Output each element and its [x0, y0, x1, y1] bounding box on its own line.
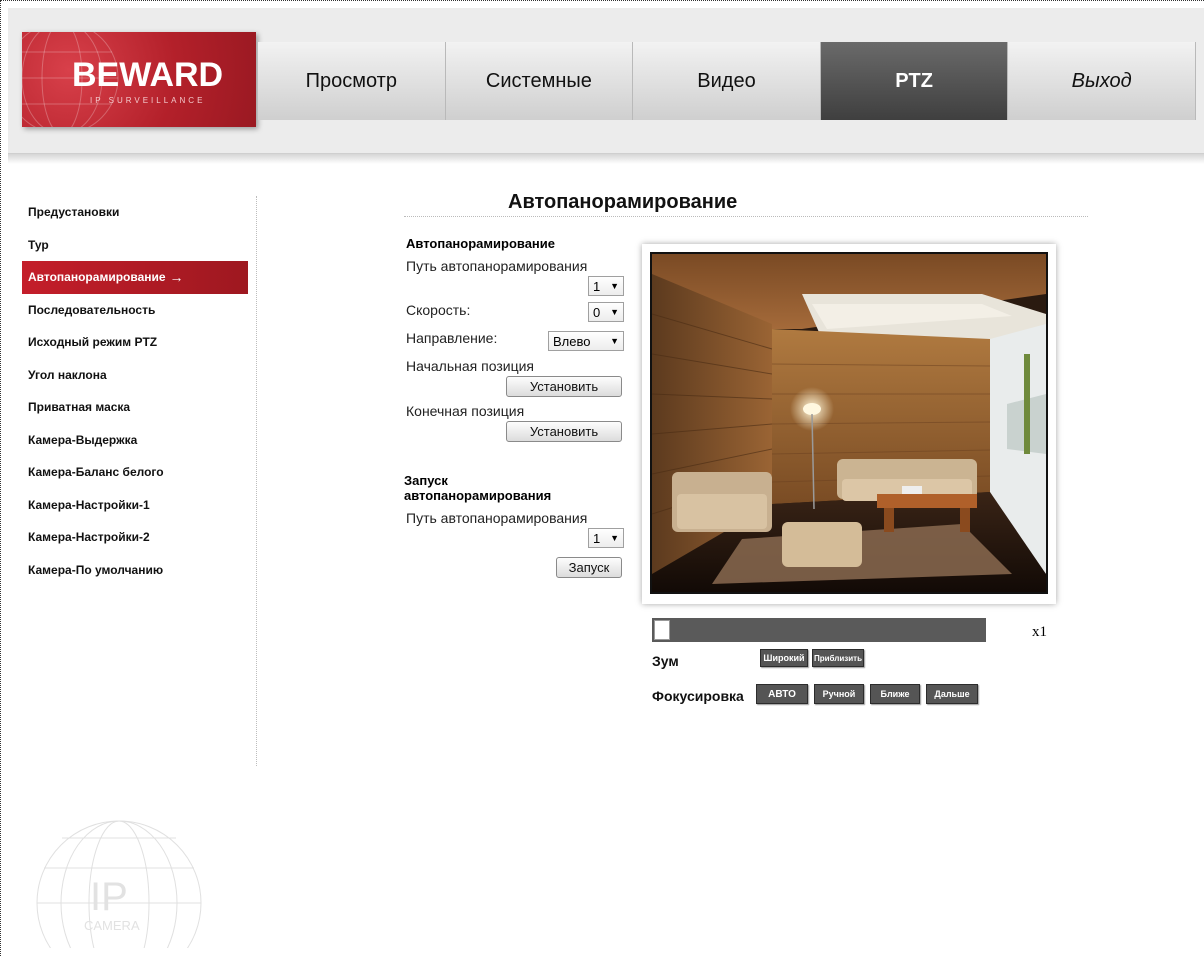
chevron-down-icon: ▼ [610, 336, 619, 346]
direction-select[interactable]: Влево ▼ [548, 331, 624, 351]
start-position-label: Начальная позиция [406, 358, 534, 374]
watermark-camera-text: CAMERA [84, 918, 140, 933]
logo-tagline: IP SURVEILLANCE [90, 96, 206, 105]
sidebar-item-label: Угол наклона [28, 367, 107, 382]
run-section-title: Запуск автопанорамирования [404, 473, 551, 503]
header: BEWARD IP SURVEILLANCE Просмотр Системны… [8, 8, 1204, 164]
focus-manual-button[interactable]: Ручной [814, 684, 864, 704]
zoom-wide-button[interactable]: Широкий [760, 649, 808, 667]
tab-ptz[interactable]: PTZ [820, 42, 1009, 120]
video-preview-frame [642, 244, 1056, 604]
sidebar-item-camera-white-balance[interactable]: Камера-Баланс белого [22, 456, 248, 489]
sidebar: Предустановки Тур Автопанорамирование → П… [22, 196, 248, 586]
sidebar-item-label: Камера-По умолчанию [28, 562, 164, 577]
direction-select-value: Влево [553, 333, 591, 349]
sidebar-item-home-mode[interactable]: Исходный режим PTZ [22, 326, 248, 359]
sidebar-item-camera-settings-1[interactable]: Камера-Настройки-1 [22, 489, 248, 522]
sidebar-item-camera-exposure[interactable]: Камера-Выдержка [22, 424, 248, 457]
run-section-title-line2: автопанорамирования [404, 488, 552, 503]
focus-far-button[interactable]: Дальше [926, 684, 978, 704]
tab-view[interactable]: Просмотр [258, 42, 446, 120]
sidebar-item-label: Приватная маска [28, 400, 131, 415]
zoom-level-readout: x1 [1032, 624, 1047, 640]
sidebar-divider [256, 196, 257, 766]
logo-name: BEWARD [72, 56, 224, 94]
sidebar-item-autopan[interactable]: Автопанорамирование → [22, 261, 248, 294]
sidebar-item-label: Предустановки [28, 205, 120, 220]
arrow-right-icon: → [169, 269, 184, 286]
chevron-down-icon: ▼ [610, 533, 619, 543]
direction-label: Направление: [406, 330, 498, 346]
sidebar-item-tilt-angle[interactable]: Угол наклона [22, 359, 248, 392]
sidebar-item-label: Камера-Баланс белого [28, 465, 164, 480]
title-underline [404, 216, 1088, 217]
path-select-value: 1 [593, 278, 601, 294]
sidebar-item-label: Последовательность [28, 302, 156, 317]
set-start-position-button[interactable]: Установить [506, 376, 622, 397]
sidebar-item-label: Тур [28, 237, 49, 252]
tab-system[interactable]: Системные [445, 42, 634, 120]
run-section-title-line1: Запуск [404, 473, 448, 488]
tab-video[interactable]: Видео [633, 42, 821, 120]
path-select[interactable]: 1 ▼ [588, 276, 624, 296]
autopan-section-title: Автопанорамирование [406, 236, 556, 251]
video-preview[interactable] [650, 252, 1048, 594]
focus-near-button[interactable]: Ближе [870, 684, 920, 704]
speed-label: Скорость: [406, 302, 471, 318]
zoom-slider-handle[interactable] [654, 620, 670, 640]
run-autopan-button[interactable]: Запуск [556, 557, 622, 578]
sidebar-item-presets[interactable]: Предустановки [22, 196, 248, 229]
sidebar-item-label: Камера-Настройки-1 [28, 497, 150, 512]
speed-select-value: 0 [593, 304, 601, 320]
sidebar-item-label: Камера-Настройки-2 [28, 530, 150, 545]
watermark-ip-text: IP [90, 875, 128, 919]
zoom-label: Зум [652, 653, 679, 669]
focus-auto-button[interactable]: АВТО [756, 684, 808, 704]
zoom-slider[interactable] [652, 618, 986, 642]
chevron-down-icon: ▼ [610, 281, 619, 291]
run-path-label: Путь автопанорамирования [406, 510, 588, 526]
sidebar-item-label: Автопанорамирование [28, 270, 166, 285]
ip-camera-watermark-icon: IP CAMERA [36, 820, 202, 948]
beward-logo: BEWARD IP SURVEILLANCE [22, 32, 256, 127]
sidebar-item-privacy-mask[interactable]: Приватная маска [22, 391, 248, 424]
tab-exit[interactable]: Выход [1008, 42, 1196, 120]
sidebar-item-sequence[interactable]: Последовательность [22, 294, 248, 327]
sidebar-item-camera-defaults[interactable]: Камера-По умолчанию [22, 554, 248, 587]
run-path-select-value: 1 [593, 530, 601, 546]
speed-select[interactable]: 0 ▼ [588, 302, 624, 322]
sidebar-item-camera-settings-2[interactable]: Камера-Настройки-2 [22, 521, 248, 554]
header-shadow [8, 154, 1204, 164]
sidebar-item-label: Камера-Выдержка [28, 432, 138, 447]
sidebar-item-label: Исходный режим PTZ [28, 335, 158, 350]
main-nav: Просмотр Системные Видео PTZ Выход [258, 42, 1196, 120]
sidebar-item-tour[interactable]: Тур [22, 229, 248, 262]
page-title: Автопанорамирование [508, 191, 738, 213]
zoom-tele-button[interactable]: Приблизить [812, 649, 864, 667]
end-position-label: Конечная позиция [406, 403, 525, 419]
chevron-down-icon: ▼ [610, 307, 619, 317]
room-preview-image [652, 254, 1046, 592]
run-path-select[interactable]: 1 ▼ [588, 528, 624, 548]
set-end-position-button[interactable]: Установить [506, 421, 622, 442]
path-label: Путь автопанорамирования [406, 258, 588, 274]
focus-label: Фокусировка [652, 688, 744, 704]
